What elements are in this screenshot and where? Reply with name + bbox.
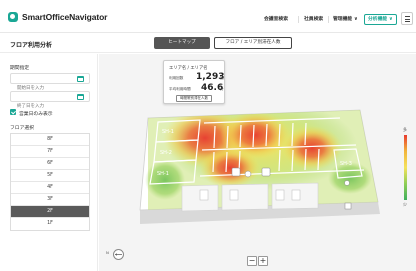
area-label-sh3: SH-3: [340, 161, 352, 167]
tooltip-avg-label: 平均利用時間: [169, 87, 191, 91]
tooltip-stay-label: 利用回数: [169, 76, 184, 80]
area-label-sh2: SH-2: [160, 150, 172, 156]
heat-legend-bar: [404, 135, 407, 200]
facility-icon[interactable]: [344, 202, 352, 210]
legend-max-label: 多: [403, 127, 407, 132]
hourly-stay-button[interactable]: 時間帯別滞在人数: [176, 95, 212, 102]
facility-icon[interactable]: [261, 167, 271, 177]
bottom-rooms: [181, 182, 319, 212]
tooltip-stay-unit: 回: [220, 76, 224, 80]
legend-min-label: 少: [403, 202, 407, 207]
facility-icon[interactable]: [244, 170, 252, 178]
tooltip-title: エリア名 / エリア名: [169, 66, 208, 71]
area-label-sh1: SH-1: [162, 129, 174, 135]
facility-icon[interactable]: [231, 167, 241, 177]
compass-label: N: [106, 250, 109, 255]
compass-icon[interactable]: [113, 249, 124, 260]
zoom-out-button[interactable]: −: [247, 256, 257, 266]
area-label-sh1b: SH-1: [157, 171, 169, 177]
facility-icon[interactable]: [344, 180, 350, 186]
zoom-in-button[interactable]: +: [258, 256, 268, 266]
tooltip-avg-unit: 分: [220, 87, 224, 91]
area-tooltip: エリア名 / エリア名 利用回数 1,293 回 平均利用時間 46.6 分 時…: [163, 60, 225, 104]
floor-map[interactable]: SH-1 SH-2 SH-1 SH-3: [0, 0, 416, 271]
